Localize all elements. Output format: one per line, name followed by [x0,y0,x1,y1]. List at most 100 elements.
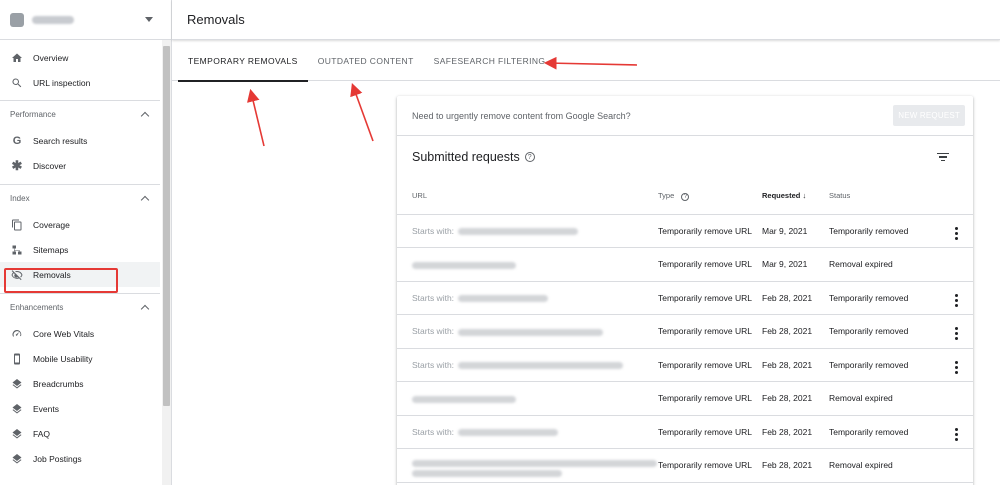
more-vert-icon[interactable] [954,226,958,240]
table-row[interactable]: Temporarily remove URL Feb 28, 2021 Remo… [397,381,973,416]
cell-type: Temporarily remove URL [658,448,762,483]
sidebar-item-label: Discover [33,160,67,171]
cell-requested: Feb 28, 2021 [762,415,829,449]
more-vert-icon[interactable] [954,427,958,441]
sidebar-item-label: Removals [33,269,71,280]
cell-url [397,448,658,483]
tab-outdated-content[interactable]: OUTDATED CONTENT [308,41,424,81]
cell-status: Temporarily removed [829,314,939,349]
cell-url: Starts with: [397,281,658,315]
page-header: Removals [172,0,1000,40]
scrollbar-thumb[interactable] [163,46,170,406]
blurred-url [458,295,549,302]
sidebar-item-job-postings[interactable]: Job Postings [0,446,160,471]
sidebar-item-label: Events [33,403,59,414]
cell-status: Temporarily removed [829,415,939,449]
home-icon [11,52,23,64]
search-icon [11,77,23,89]
url-prefix: Starts with: [412,225,455,236]
sidebar-item-faq[interactable]: FAQ [0,421,160,446]
table-row[interactable]: Starts with: Temporarily remove URL Feb … [397,348,973,382]
table-row[interactable]: Starts with: Temporarily remove URL Mar … [397,214,973,248]
sidebar-item-label: Breadcrumbs [33,378,84,389]
sidebar-scrollbar[interactable] [162,40,171,485]
column-header-actions [939,178,973,215]
section-header-index[interactable]: Index [0,184,160,212]
chevron-up-icon [140,304,150,314]
column-header-type-label: Type [658,190,675,200]
sidebar-item-core-web-vitals[interactable]: Core Web Vitals [0,321,160,346]
cell-actions [939,247,973,282]
sidebar-item-search-results[interactable]: G Search results [0,128,160,153]
sidebar-item-mobile-usability[interactable]: Mobile Usability [0,346,160,371]
sidebar-item-label: URL inspection [33,77,91,88]
cell-requested: Feb 28, 2021 [762,448,829,483]
property-selector[interactable] [0,0,171,40]
section-header-performance[interactable]: Performance [0,100,160,128]
blurred-url [412,261,516,269]
column-header-type[interactable]: Type ? [658,178,762,215]
table-header-row: URL Type ? Requested ↓ Status [397,178,973,215]
cell-status: Removal expired [829,381,939,416]
blurred-url [458,429,559,436]
sidebar-item-url-inspection[interactable]: URL inspection [0,70,160,95]
sidebar-item-label: Mobile Usability [33,353,93,364]
cell-url: Starts with: [397,214,658,248]
table-row[interactable]: Starts with: Temporarily remove URL Feb … [397,281,973,315]
sidebar-item-events[interactable]: Events [0,396,160,421]
sidebar-item-sitemaps[interactable]: Sitemaps [0,237,160,262]
cell-url [397,247,658,282]
filter-icon[interactable] [937,152,949,162]
url-prefix: Starts with: [412,359,455,370]
sidebar-item-breadcrumbs[interactable]: Breadcrumbs [0,371,160,396]
tab-safesearch-filtering[interactable]: SAFESEARCH FILTERING [424,41,556,81]
url-prefix: Starts with: [412,292,455,303]
section-header-enhancements[interactable]: Enhancements [0,293,160,321]
column-header-requested[interactable]: Requested ↓ [762,178,829,215]
sidebar-item-coverage[interactable]: Coverage [0,212,160,237]
sidebar-item-overview[interactable]: Overview [0,45,160,70]
table-row[interactable]: Temporarily remove URL Feb 28, 2021 Remo… [397,448,973,483]
cell-status: Temporarily removed [829,281,939,315]
cell-status: Temporarily removed [829,348,939,382]
layers-icon [11,403,23,415]
caret-down-icon[interactable] [145,17,153,22]
sidebar-item-discover[interactable]: ✱ Discover [0,153,160,178]
help-icon[interactable]: ? [524,152,535,162]
chevron-up-icon [140,195,150,205]
removals-card: Need to urgently remove content from Goo… [397,96,973,485]
tab-temporary-removals[interactable]: TEMPORARY REMOVALS [178,41,308,82]
table-row[interactable]: Temporarily remove URL Mar 9, 2021 Remov… [397,247,973,282]
more-vert-icon[interactable] [954,327,958,341]
cell-status: Removal expired [829,247,939,282]
table-row[interactable]: Starts with: Temporarily remove URL Feb … [397,415,973,449]
section-label: Index [10,194,30,203]
cell-requested: Mar 9, 2021 [762,247,829,282]
google-g-icon: G [12,134,22,147]
page-title: Removals [187,12,245,27]
property-name-blurred [32,15,74,24]
cell-requested: Feb 28, 2021 [762,314,829,349]
new-request-button[interactable]: NEW REQUEST [893,105,965,126]
arrow-down-icon: ↓ [802,191,807,201]
table-row[interactable]: Starts with: Temporarily remove URL Feb … [397,314,973,349]
cell-url: Starts with: [397,348,658,382]
requests-table: URL Type ? Requested ↓ Status Starts wit… [397,178,973,483]
cell-actions [939,214,973,248]
layers-icon [11,428,23,440]
more-vert-icon[interactable] [954,293,958,307]
more-vert-icon[interactable] [954,360,958,374]
help-icon[interactable]: ? [681,192,690,201]
cell-url [397,381,658,416]
file-copy-icon [11,219,23,231]
sidebar-item-label: Coverage [33,219,70,230]
cell-type: Temporarily remove URL [658,247,762,282]
tab-bar: TEMPORARY REMOVALS OUTDATED CONTENT SAFE… [172,41,1000,82]
cell-type: Temporarily remove URL [658,381,762,416]
cell-actions [939,448,973,483]
sidebar-item-removals[interactable]: Removals [0,262,160,287]
cell-status: Temporarily removed [829,214,939,248]
blurred-url [412,395,516,403]
submitted-requests-title: Submitted requests [412,150,520,164]
cell-type: Temporarily remove URL [658,281,762,315]
